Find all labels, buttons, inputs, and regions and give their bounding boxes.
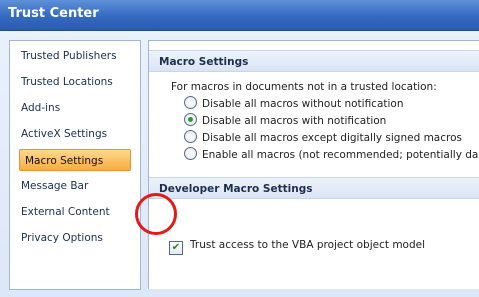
trust-vba-checkbox[interactable]: ✔ — [169, 241, 183, 255]
developer-settings-header: Developer Macro Settings — [149, 177, 479, 199]
settings-panel: Macro Settings For macros in documents n… — [148, 40, 479, 289]
trust-vba-checkbox-row[interactable]: ✔ Trust access to the VBA project object … — [169, 238, 426, 255]
radio-label: Disable all macros except digitally sign… — [202, 132, 462, 144]
macro-settings-caption: For macros in documents not in a trusted… — [171, 81, 437, 93]
radio-disable-no-notification[interactable]: Disable all macros without notification — [184, 96, 404, 111]
radio-enable-all[interactable]: Enable all macros (not recommended; pote… — [184, 147, 479, 162]
sidebar-item-external-content[interactable]: External Content — [17, 201, 116, 223]
radio-label: Disable all macros with notification — [202, 115, 387, 127]
radio-button[interactable] — [184, 147, 197, 160]
radio-label: Disable all macros without notification — [202, 98, 404, 110]
window-title: Trust Center — [8, 6, 99, 21]
macro-settings-header: Macro Settings — [149, 50, 479, 72]
radio-button[interactable] — [184, 96, 197, 109]
radio-button[interactable] — [184, 130, 197, 143]
radio-disable-with-notification[interactable]: Disable all macros with notification — [184, 113, 386, 128]
sidebar-item-trusted-publishers[interactable]: Trusted Publishers — [17, 45, 123, 67]
sidebar-item-message-bar[interactable]: Message Bar — [17, 175, 94, 197]
trust-vba-label: Trust access to the VBA project object m… — [190, 239, 426, 251]
radio-label: Enable all macros (not recommended; pote… — [202, 149, 479, 161]
sidebar-item-privacy-options[interactable]: Privacy Options — [17, 227, 109, 249]
title-bar: Trust Center — [0, 0, 479, 31]
sidebar-item-trusted-locations[interactable]: Trusted Locations — [17, 71, 119, 93]
trust-center-window: Trusted Publishers Trusted Locations Add… — [0, 31, 479, 297]
sidebar: Trusted Publishers Trusted Locations Add… — [9, 40, 141, 290]
radio-disable-except-signed[interactable]: Disable all macros except digitally sign… — [184, 130, 462, 145]
sidebar-item-activex-settings[interactable]: ActiveX Settings — [17, 123, 113, 145]
sidebar-item-add-ins[interactable]: Add-ins — [17, 97, 66, 119]
sidebar-item-macro-settings[interactable]: Macro Settings — [19, 149, 131, 171]
radio-button-selected[interactable] — [184, 113, 197, 126]
